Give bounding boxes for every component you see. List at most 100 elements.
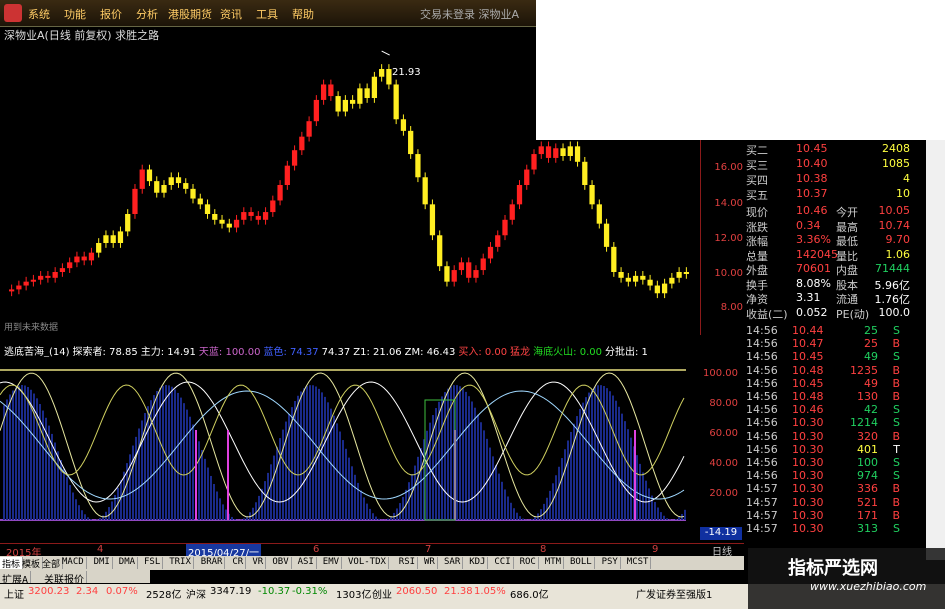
book-volume: 4 bbox=[903, 172, 910, 185]
candle-body bbox=[567, 146, 573, 156]
tick-time: 14:56 bbox=[746, 456, 778, 469]
tick-direction: T bbox=[893, 442, 900, 456]
indicator-tab[interactable]: RSI bbox=[397, 557, 419, 569]
tick-direction: B bbox=[892, 495, 900, 509]
indicator-tab[interactable]: ASI bbox=[296, 557, 317, 569]
tick-volume: 401 bbox=[857, 442, 878, 456]
candle-body bbox=[262, 212, 269, 220]
candle-body bbox=[168, 177, 174, 185]
candle-body bbox=[67, 262, 73, 269]
candle-body bbox=[270, 200, 276, 213]
indicator-tab[interactable]: MCST bbox=[625, 557, 652, 569]
indicator-tab[interactable]: MACD bbox=[60, 557, 87, 569]
tick-price: 10.44 bbox=[792, 324, 824, 337]
indicator-tab[interactable]: BOLL bbox=[568, 557, 595, 569]
tick-volume: 25 bbox=[864, 337, 878, 351]
menu-info[interactable]: 资讯 bbox=[220, 6, 242, 22]
indicator-tab[interactable]: DMI bbox=[92, 557, 113, 569]
candle-body bbox=[487, 246, 494, 259]
menu-function[interactable]: 功能 bbox=[64, 6, 86, 22]
price-tick: 10.00 bbox=[714, 268, 743, 279]
menu-hk-futures[interactable]: 港股期货 bbox=[168, 6, 212, 22]
candle-body bbox=[553, 148, 559, 158]
tick-price: 10.45 bbox=[792, 350, 824, 364]
tick-volume: 49 bbox=[864, 350, 878, 364]
candle-body bbox=[676, 272, 682, 278]
tick-direction: S bbox=[893, 456, 900, 469]
indicator-tab[interactable]: CCI bbox=[492, 557, 514, 569]
candle-body bbox=[117, 231, 124, 243]
stat-value: 0.052 bbox=[796, 305, 828, 319]
sh-index-percent: 0.07% bbox=[106, 586, 138, 597]
indicator-tick: 40.00 bbox=[709, 458, 738, 469]
candle-body bbox=[560, 148, 566, 156]
extension-tab[interactable]: 关联报价 bbox=[42, 571, 87, 586]
stat-value: 142045 bbox=[796, 247, 838, 261]
candle-body bbox=[277, 185, 283, 201]
candle-body bbox=[146, 169, 153, 182]
indicator-tab[interactable]: KDJ bbox=[467, 557, 489, 569]
tick-time: 14:56 bbox=[746, 324, 778, 337]
indicator-tab[interactable]: EMV bbox=[321, 557, 343, 569]
tick-time: 14:56 bbox=[746, 350, 778, 364]
indicator-tab[interactable]: SAR bbox=[442, 557, 464, 569]
indicator-current-value: -14.19 bbox=[700, 527, 742, 540]
indicator-tab[interactable]: FSL bbox=[142, 557, 164, 569]
cy-index-label: 创业 bbox=[372, 590, 392, 601]
stat-value: 3.36% bbox=[796, 233, 831, 246]
indicator-tab[interactable]: TRIX bbox=[167, 557, 194, 569]
menu-tools[interactable]: 工具 bbox=[256, 6, 278, 22]
indicator-tab[interactable]: VR bbox=[250, 557, 267, 569]
candle-body bbox=[284, 165, 290, 185]
indicator-axis: 100.00 80.00 60.00 40.00 20.00 bbox=[686, 360, 744, 535]
candle-body bbox=[611, 246, 617, 272]
stat-value: 71444 bbox=[875, 262, 910, 275]
candle-body bbox=[241, 212, 247, 220]
indicator-tab[interactable]: ROC bbox=[518, 557, 539, 569]
tick-price: 10.48 bbox=[792, 390, 824, 403]
tick-direction: S bbox=[893, 324, 900, 337]
tick-time: 14:56 bbox=[746, 403, 778, 417]
candlestick-chart[interactable] bbox=[0, 40, 700, 335]
candle-body bbox=[38, 275, 44, 280]
price-axis: 16.00 14.00 12.00 10.00 8.00 bbox=[700, 140, 745, 335]
tick-price: 10.30 bbox=[792, 495, 824, 509]
candle-body bbox=[538, 146, 544, 155]
indicator-chart[interactable] bbox=[0, 358, 700, 542]
tick-time: 14:56 bbox=[746, 416, 778, 430]
cy-index-value: 2060.50 bbox=[396, 586, 438, 597]
indicator-tab[interactable]: CR bbox=[230, 557, 247, 569]
candle-body bbox=[103, 235, 109, 243]
book-price: 10.45 bbox=[796, 142, 828, 155]
candle-body bbox=[408, 130, 414, 155]
price-tick: 14.00 bbox=[714, 198, 743, 209]
tick-direction: S bbox=[893, 469, 900, 483]
indicator-tab[interactable]: MTM bbox=[543, 557, 565, 569]
candle-body bbox=[466, 262, 472, 278]
indicator-tab[interactable]: DMA bbox=[117, 557, 139, 569]
book-level-label: 买二 bbox=[746, 144, 768, 157]
indicator-tab[interactable]: OBV bbox=[270, 557, 292, 569]
candle-body bbox=[422, 177, 428, 205]
menu-system[interactable]: 系统 bbox=[28, 6, 50, 22]
candle-body bbox=[30, 279, 37, 282]
tick-price: 10.30 bbox=[792, 482, 824, 496]
order-book-row: 买二 10.45 2408 bbox=[744, 142, 926, 157]
candle-body bbox=[132, 188, 138, 214]
tick-volume: 313 bbox=[857, 522, 878, 535]
period-selector[interactable]: 日线 bbox=[700, 543, 744, 558]
menu-help[interactable]: 帮助 bbox=[292, 6, 314, 22]
extension-tab[interactable]: 扩展A bbox=[0, 571, 32, 586]
menu-quote[interactable]: 报价 bbox=[100, 6, 122, 22]
indicator-tab[interactable]: VOL-TDX bbox=[346, 557, 389, 569]
indicator-tab[interactable]: BRAR bbox=[199, 557, 226, 569]
menu-analysis[interactable]: 分析 bbox=[136, 6, 158, 22]
stat-row: 现价 10.46 今开 10.05 bbox=[744, 204, 926, 219]
candle-body bbox=[654, 285, 660, 294]
indicator-tab[interactable]: PSY bbox=[600, 557, 621, 569]
sh-index-amount: 2528亿 bbox=[146, 590, 182, 601]
indicator-tab[interactable]: WR bbox=[422, 557, 438, 569]
candle-body bbox=[154, 181, 160, 193]
tick-time: 14:57 bbox=[746, 495, 778, 509]
indicator-tabs: 指标 模板 全部 MACD DMI DMA FSL TRIX BRAR CR VR OBV ASI EMV… bbox=[0, 556, 744, 570]
